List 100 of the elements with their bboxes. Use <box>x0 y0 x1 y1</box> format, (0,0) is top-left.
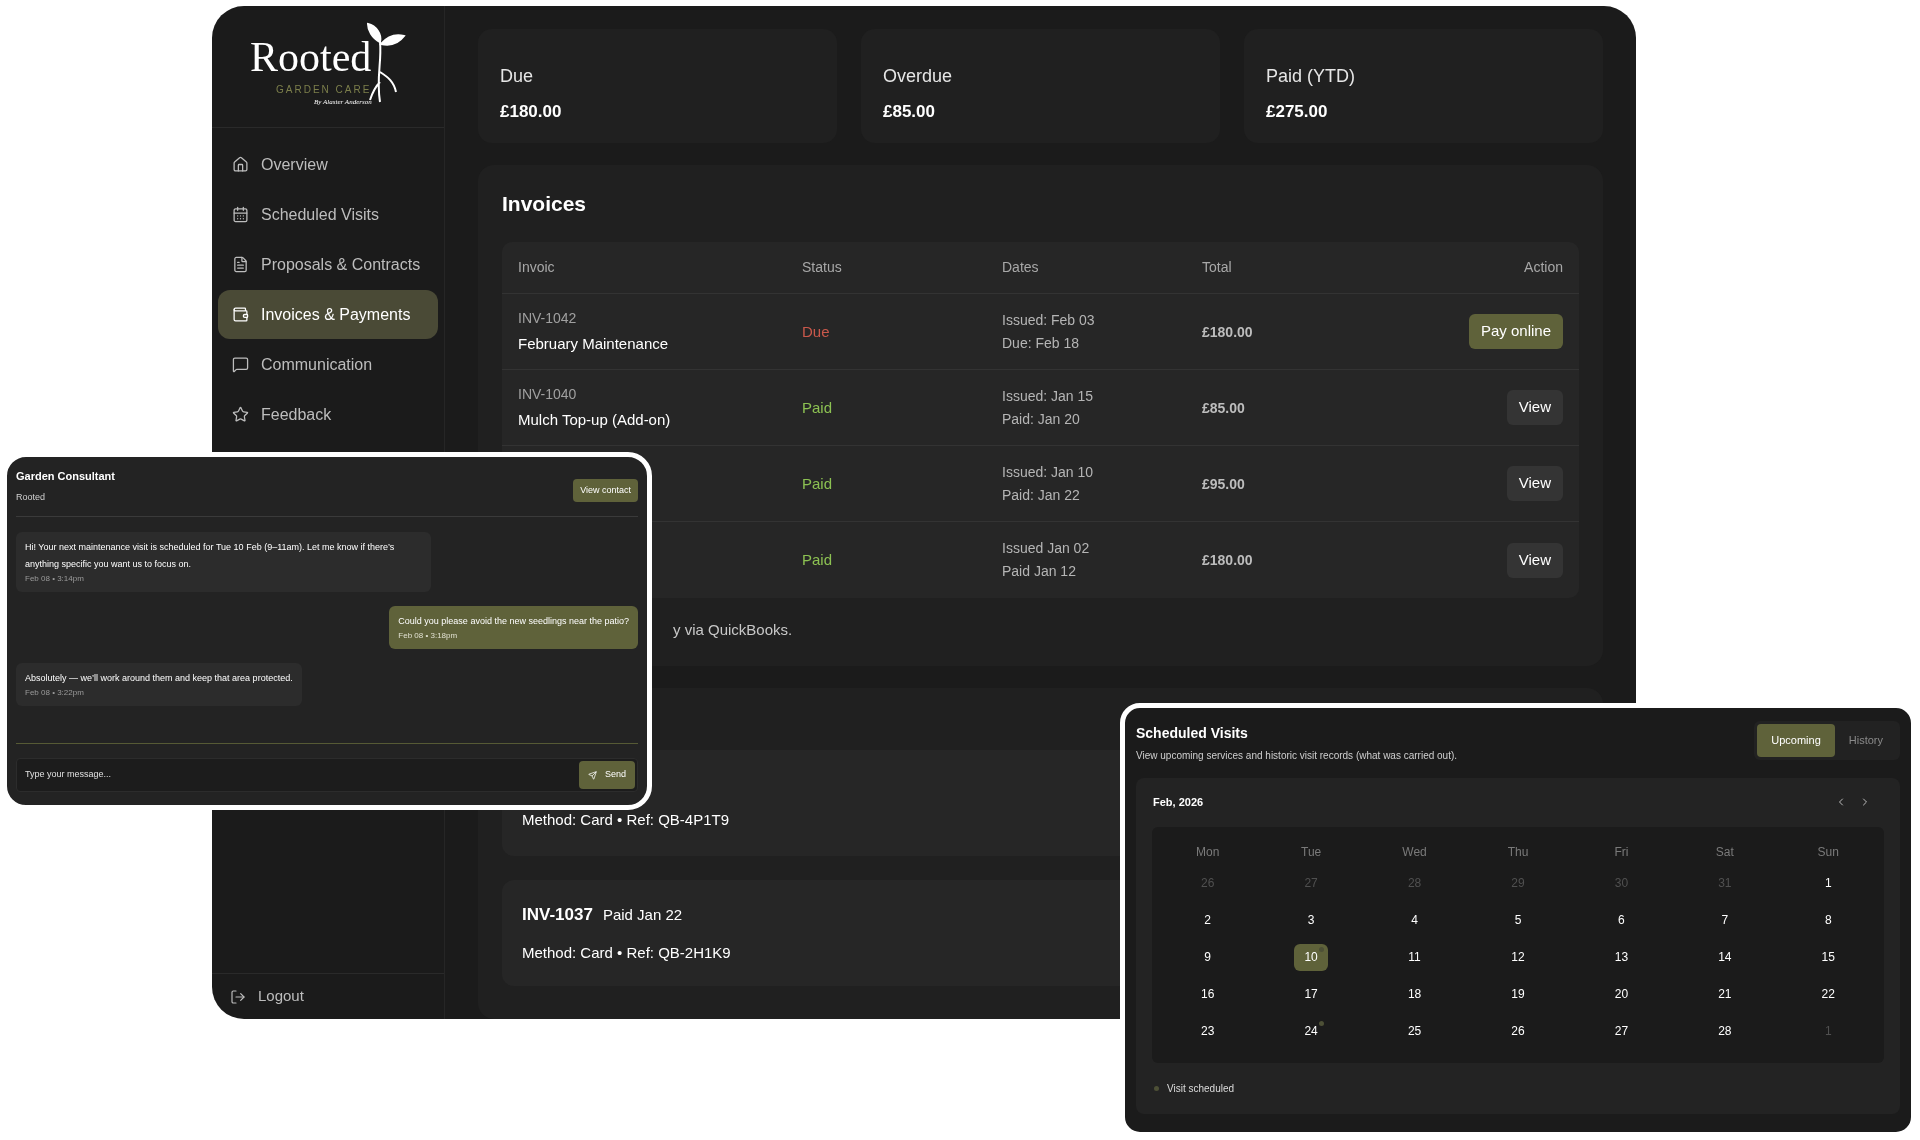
calendar-day[interactable]: 15 <box>1811 943 1846 971</box>
column-header: Status <box>802 258 843 277</box>
calendar-day[interactable]: 4 <box>1397 906 1432 934</box>
status-label: Paid <box>802 474 833 492</box>
logo-tagline: GARDEN CARE <box>276 82 372 97</box>
calendar-day[interactable]: 1 <box>1811 869 1846 897</box>
invoice-total: £180.00 <box>1202 552 1253 568</box>
payment-invoice-number: INV-1037 <box>522 904 593 926</box>
visits-title: Scheduled Visits <box>1136 724 1249 743</box>
calendar-day[interactable]: 13 <box>1604 943 1639 971</box>
invoice-date: Issued: Feb 03 <box>1002 310 1096 330</box>
calendar-day[interactable]: 20 <box>1604 980 1639 1008</box>
logout-icon <box>230 988 246 1005</box>
calendar-day[interactable]: 18 <box>1397 980 1432 1008</box>
calendar-day[interactable]: 3 <box>1294 906 1329 934</box>
star-icon <box>232 406 249 423</box>
logout-link[interactable]: Logout <box>230 985 304 1008</box>
weekday-label: Mon <box>1196 843 1220 861</box>
stat-label: Due <box>500 67 535 85</box>
document-icon <box>232 256 249 273</box>
chat-subtitle: Rooted <box>16 490 47 504</box>
message-text: Absolutely — we’ll work around them and keep that area protected. <box>25 672 293 685</box>
calendar-day[interactable]: 28 <box>1707 1017 1742 1045</box>
message-input[interactable]: Type your message... Send <box>16 758 638 792</box>
invoice-number: INV-1042 <box>518 308 578 328</box>
calendar-day[interactable]: 14 <box>1707 943 1742 971</box>
section-title: Invoices <box>502 193 588 214</box>
wallet-icon <box>232 306 249 323</box>
invoice-date: Paid: Jan 20 <box>1002 409 1081 429</box>
calendar-day[interactable]: 7 <box>1707 906 1742 934</box>
calendar-day[interactable]: 24 <box>1294 1017 1329 1045</box>
stat-value: £180.00 <box>500 103 563 120</box>
nav-item[interactable]: Feedback <box>218 390 438 439</box>
logo-wordmark: Rooted <box>250 35 372 78</box>
view-button[interactable]: View <box>1506 390 1563 425</box>
invoice-number: INV-1040 <box>518 384 578 404</box>
payment-date: Paid Jan 22 <box>602 905 683 925</box>
stat-label: Overdue <box>883 67 954 85</box>
nav-item[interactable]: Overview <box>218 140 438 189</box>
nav-item[interactable]: Proposals & Contracts <box>218 240 438 289</box>
calendar-day[interactable]: 25 <box>1397 1017 1432 1045</box>
calendar-day[interactable]: 11 <box>1397 943 1432 971</box>
invoice-title: Mulch Top-up (Add-on) <box>518 409 672 430</box>
calendar-day[interactable]: 10 <box>1294 943 1329 971</box>
payment-method: Method: Card • Ref: QB-2H1K9 <box>522 942 731 963</box>
nav-item[interactable]: Communication <box>218 340 438 389</box>
message-time: Feb 08 • 3:22pm <box>25 687 85 699</box>
calendar-day[interactable]: 16 <box>1190 980 1225 1008</box>
calendar-day[interactable]: 21 <box>1707 980 1742 1008</box>
send-button[interactable]: Send <box>578 761 635 789</box>
column-header: Action <box>1524 258 1563 277</box>
calendar-day[interactable]: 12 <box>1501 943 1535 971</box>
stat-label: Paid (YTD) <box>1266 67 1356 85</box>
status-label: Paid <box>802 551 833 568</box>
payment-note: y via QuickBooks. <box>673 621 793 638</box>
calendar-day[interactable]: 22 <box>1811 980 1846 1008</box>
nav-item[interactable]: Scheduled Visits <box>218 190 438 239</box>
calendar-day[interactable]: 27 <box>1604 1017 1639 1045</box>
weekday-label: Tue <box>1301 843 1322 861</box>
weekday-label: Fri <box>1614 843 1629 861</box>
calendar-day[interactable]: 8 <box>1811 906 1846 934</box>
payment-method: Method: Card • Ref: QB-4P1T9 <box>522 809 729 830</box>
calendar-day[interactable]: 23 <box>1190 1017 1225 1045</box>
message-text: Could you please avoid the new seedlings near the patio? <box>398 615 629 628</box>
invoice-date: Due: Feb 18 <box>1002 333 1081 353</box>
invoice-date: Issued: Jan 10 <box>1002 462 1095 482</box>
send-icon <box>587 770 597 780</box>
weekday-label: Sun <box>1817 843 1839 861</box>
month-label: Feb, 2026 <box>1153 795 1204 810</box>
message-time: Feb 08 • 3:14pm <box>25 573 85 585</box>
invoice-date: Paid Jan 12 <box>1002 562 1077 581</box>
view-contact-button[interactable]: View contact <box>573 479 638 502</box>
view-tab[interactable]: Upcoming <box>1757 724 1835 757</box>
view-button[interactable]: View <box>1506 542 1563 578</box>
calendar-day[interactable]: 17 <box>1294 980 1329 1008</box>
calendar-day[interactable]: 9 <box>1190 943 1225 971</box>
column-header: Invoic <box>518 258 556 277</box>
message-text: Hi! Your next maintenance visit is scheduled for Tue 10 Feb (9–11am). Let me know if there’s anything specific you want us to focus on. <box>25 541 396 571</box>
calendar-day[interactable]: 19 <box>1501 980 1535 1008</box>
stat-value: £85.00 <box>883 103 936 120</box>
weekday-label: Thu <box>1507 843 1529 861</box>
calendar-day[interactable]: 5 <box>1501 906 1535 934</box>
nav-item[interactable]: Invoices & Payments <box>218 290 438 339</box>
calendar-day[interactable]: 2 <box>1190 906 1225 934</box>
invoice-total: £180.00 <box>1202 323 1253 340</box>
view-tab[interactable]: History <box>1834 724 1897 757</box>
invoice-date: Issued: Jan 15 <box>1002 386 1095 406</box>
calendar-day[interactable]: 6 <box>1604 906 1639 934</box>
calendar-day[interactable]: 26 <box>1501 1017 1535 1045</box>
view-button[interactable]: View <box>1506 466 1563 501</box>
column-header: Total <box>1202 258 1233 277</box>
pay-online-button[interactable]: Pay online <box>1468 314 1563 349</box>
legend-label: Visit scheduled <box>1167 1081 1235 1096</box>
weekday-label: Wed <box>1402 843 1427 861</box>
stat-value: £275.00 <box>1266 103 1329 120</box>
message-time: Feb 08 • 3:18pm <box>398 630 459 642</box>
home-icon <box>232 156 249 173</box>
invoice-date: Issued Jan 02 <box>1002 539 1091 558</box>
status-label: Due <box>802 322 830 340</box>
invoice-total: £95.00 <box>1202 475 1245 492</box>
